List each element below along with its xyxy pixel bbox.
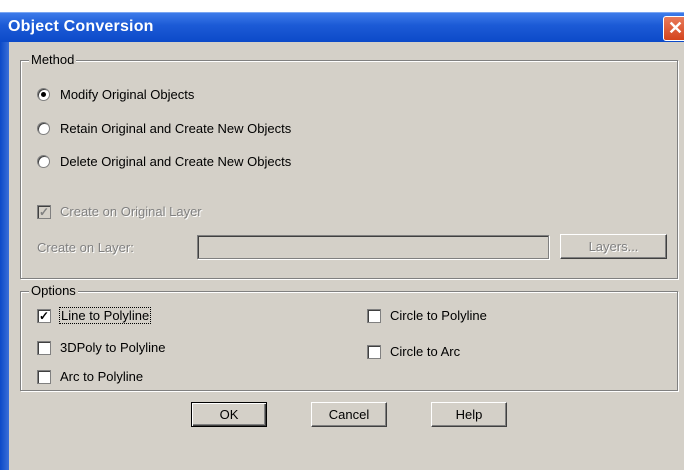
radio-modify-original-button[interactable] (37, 88, 50, 101)
window-border (0, 42, 9, 470)
method-legend: Method (29, 52, 77, 67)
arc-to-polyline-check[interactable] (37, 369, 51, 384)
radio-retain-original[interactable]: Retain Original and Create New Objects (37, 121, 291, 136)
top-strip (0, 0, 684, 12)
object-conversion-dialog: Object Conversion ✕ Method Modify Origin… (0, 0, 684, 470)
line-to-polyline-label: Line to Polyline (58, 307, 152, 324)
circle-to-polyline-check[interactable] (367, 308, 381, 323)
dialog-title: Object Conversion (8, 18, 154, 35)
circle-to-polyline-checkbox[interactable]: Circle to Polyline (367, 308, 487, 323)
circle-to-arc-check[interactable] (367, 344, 381, 359)
close-button[interactable]: ✕ (663, 16, 684, 41)
create-on-original-layer-check[interactable]: ✓ (37, 204, 51, 219)
ok-button[interactable]: OK (191, 402, 267, 427)
radio-delete-original-label: Delete Original and Create New Objects (60, 154, 292, 169)
help-button[interactable]: Help (431, 402, 507, 427)
title-bar[interactable]: Object Conversion ✕ (0, 12, 684, 43)
circle-to-arc-label: Circle to Arc (390, 344, 461, 359)
create-on-original-layer-label: Create on Original Layer (60, 204, 202, 219)
line-to-polyline-check[interactable]: ✓ (37, 308, 51, 323)
close-icon: ✕ (667, 18, 684, 38)
create-on-layer-label: Create on Layer: (37, 240, 134, 255)
create-on-layer-input[interactable] (197, 235, 549, 259)
layers-button[interactable]: Layers... (560, 234, 667, 259)
radio-modify-original[interactable]: Modify Original Objects (37, 87, 194, 102)
3dpoly-to-polyline-checkbox[interactable]: 3DPoly to Polyline (37, 340, 166, 355)
3dpoly-to-polyline-check[interactable] (37, 340, 51, 355)
radio-delete-original-button[interactable] (37, 155, 50, 168)
circle-to-polyline-label: Circle to Polyline (390, 308, 487, 323)
dialog-body: Method Modify Original Objects Retain Or… (9, 42, 684, 470)
arc-to-polyline-label: Arc to Polyline (60, 369, 144, 384)
line-to-polyline-checkbox[interactable]: ✓ Line to Polyline (37, 307, 152, 324)
arc-to-polyline-checkbox[interactable]: Arc to Polyline (37, 369, 143, 384)
radio-retain-original-button[interactable] (37, 122, 50, 135)
circle-to-arc-checkbox[interactable]: Circle to Arc (367, 344, 460, 359)
radio-modify-original-label: Modify Original Objects (60, 87, 195, 102)
radio-retain-original-label: Retain Original and Create New Objects (60, 121, 292, 136)
3dpoly-to-polyline-label: 3DPoly to Polyline (60, 340, 166, 355)
radio-delete-original[interactable]: Delete Original and Create New Objects (37, 154, 291, 169)
create-on-original-layer-checkbox[interactable]: ✓ Create on Original Layer (37, 204, 202, 219)
options-legend: Options (29, 283, 78, 298)
cancel-button[interactable]: Cancel (311, 402, 387, 427)
